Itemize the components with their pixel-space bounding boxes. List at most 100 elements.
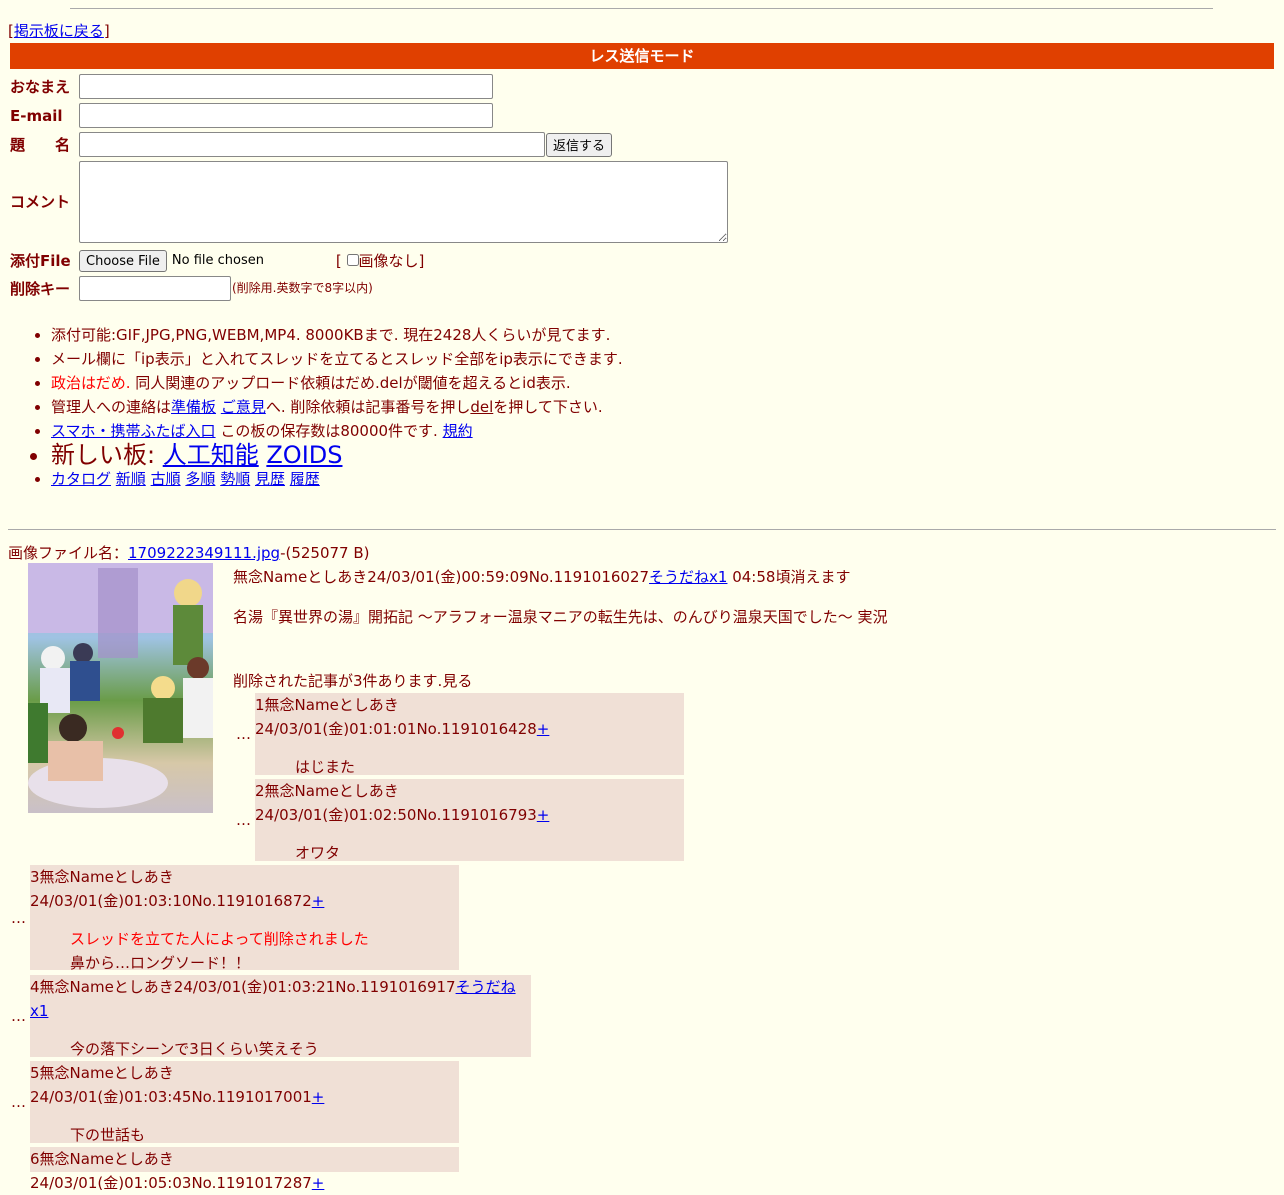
- sort-many-link[interactable]: 多順: [185, 470, 215, 488]
- prep-board-link[interactable]: 準備板: [171, 398, 216, 416]
- reply-4: 4無念Nameとしあき24/03/01(金)01:03:21No.1191016…: [30, 975, 531, 1058]
- back-link[interactable]: 掲示板に戻る: [14, 22, 104, 40]
- reply-3-header-text: 3無念Nameとしあき24/03/01(金)01:03:10No.1191016…: [30, 868, 312, 910]
- sort-momentum-link[interactable]: 勢順: [220, 470, 250, 488]
- comment-label: コメント: [10, 193, 71, 211]
- name-row: おなまえ: [10, 74, 493, 99]
- info-item-mobile: スマホ・携帯ふたば入口 この板の保存数は80000件です. 規約: [51, 419, 623, 443]
- reply-3-deleted-notice: スレッドを立てた人によって削除されました: [70, 930, 369, 948]
- back-nav: [掲示板に戻る]: [8, 22, 110, 40]
- post-history-link[interactable]: 履歴: [290, 470, 320, 488]
- reply-3-plus-link[interactable]: +: [312, 892, 325, 910]
- info-item-ip: メール欄に「ip表示」と入れてスレッドを立てるとスレッド全部をip表示にできます…: [51, 347, 623, 371]
- del-text: del: [470, 398, 494, 416]
- terms-link[interactable]: 規約: [443, 422, 473, 440]
- delkey-row: 削除キー (削除用.英数字で8字以内): [10, 276, 373, 301]
- subject-row: 題 名 返信する: [10, 132, 613, 157]
- contact-text-2: へ. 削除依頼は記事番号を押し: [265, 398, 471, 416]
- reply-6-header-text: 6無念Nameとしあき24/03/01(金)01:05:03No.1191017…: [30, 1150, 312, 1192]
- delkey-hint: (削除用.英数字で8字以内): [232, 280, 373, 295]
- mobile-link[interactable]: スマホ・携帯ふたば入口: [51, 422, 216, 440]
- email-row: E-mail: [10, 103, 493, 128]
- reply-5-header: 5無念Nameとしあき24/03/01(金)01:03:45No.1191017…: [30, 1061, 459, 1109]
- op-soudane-link[interactable]: そうだねx1: [649, 568, 727, 586]
- new-boards-text: 新しい板:: [51, 441, 163, 469]
- submit-button[interactable]: 返信する: [546, 132, 613, 157]
- reply-4-body: 今の落下シーンで3日くらい笑えそう: [70, 1040, 319, 1058]
- sort-old-link[interactable]: 古順: [151, 470, 181, 488]
- reply-2-plus-link[interactable]: +: [537, 806, 550, 824]
- reply-5-dots: …: [11, 1093, 26, 1111]
- reply-1-body: はじまた: [295, 758, 356, 776]
- no-image-checkbox[interactable]: [346, 254, 359, 266]
- reply-1-header-text: 1無念Nameとしあき24/03/01(金)01:01:01No.1191016…: [255, 696, 537, 738]
- reply-4-header-text: 4無念Nameとしあき24/03/01(金)01:03:21No.1191016…: [30, 978, 456, 996]
- sort-new-link[interactable]: 新順: [116, 470, 146, 488]
- delkey-input[interactable]: [79, 276, 231, 301]
- info-item-sort: カタログ 新順 古順 多順 勢順 見歴 履歴: [51, 467, 623, 491]
- no-image-option: [ 画像なし]: [335, 252, 425, 270]
- op-file-size: -(525077 B): [280, 544, 370, 562]
- reply-2-header: 2無念Nameとしあき24/03/01(金)01:02:50No.1191016…: [255, 779, 684, 827]
- file-name-label: 画像ファイル名：: [8, 544, 129, 562]
- thread-divider: [8, 529, 1276, 530]
- comment-row: コメント: [10, 161, 728, 243]
- reply-5-plus-link[interactable]: +: [312, 1088, 325, 1106]
- subject-input[interactable]: [79, 132, 545, 157]
- reply-2-dots: …: [236, 811, 251, 829]
- op-title: 名湯『異世界の湯』開拓記 〜アラフォー温泉マニアの転生先は、のんびり温泉天国でし…: [233, 608, 888, 626]
- reply-6: 6無念Nameとしあき24/03/01(金)01:05:03No.1191017…: [30, 1147, 459, 1192]
- info-item-contact: 管理人への連絡は準備板 ご意見へ. 削除依頼は記事番号を押しdelを押して下さい…: [51, 395, 623, 419]
- reply-6-header: 6無念Nameとしあき24/03/01(金)01:05:03No.1191017…: [30, 1147, 459, 1195]
- info-rules-text: 同人関連のアップロード依頼はだめ.delが閾値を超えるとid表示.: [130, 374, 571, 392]
- contact-text-3: を押して下さい.: [493, 398, 603, 416]
- reply-1-dots: …: [236, 725, 251, 743]
- reply-3-header: 3無念Nameとしあき24/03/01(金)01:03:10No.1191016…: [30, 865, 459, 913]
- view-history-link[interactable]: 見歴: [255, 470, 285, 488]
- op-header-text: 無念Nameとしあき24/03/01(金)00:59:09No.11910160…: [233, 568, 650, 586]
- reply-5-body: 下の世話も: [70, 1126, 146, 1144]
- name-label: おなまえ: [10, 77, 71, 96]
- op-file-link[interactable]: 1709222349111.jpg: [128, 544, 280, 562]
- reply-4-dots: …: [11, 1007, 26, 1025]
- reply-1-plus-link[interactable]: +: [537, 720, 550, 738]
- mode-bar: レス送信モード: [10, 43, 1274, 69]
- info-item-rules: 政治はだめ. 同人関連のアップロード依頼はだめ.delが閾値を超えるとid表示.: [51, 371, 623, 395]
- zoids-board-link[interactable]: ZOIDS: [266, 441, 342, 469]
- reply-5: 5無念Nameとしあき24/03/01(金)01:03:45No.1191017…: [30, 1061, 459, 1144]
- file-row: 添付File Choose File No file chosen [ 画像なし…: [10, 249, 424, 273]
- choose-file-button[interactable]: Choose File: [79, 250, 167, 272]
- email-label: E-mail: [10, 106, 63, 125]
- reply-2: 2無念Nameとしあき24/03/01(金)01:02:50No.1191016…: [255, 779, 684, 862]
- reply-5-header-text: 5無念Nameとしあき24/03/01(金)01:03:45No.1191017…: [30, 1064, 312, 1106]
- reply-3-body: 鼻から…ロングソード！！: [70, 954, 251, 972]
- file-label: 添付File: [10, 252, 71, 270]
- ai-board-link[interactable]: 人工知能: [163, 441, 259, 469]
- reply-2-header-text: 2無念Nameとしあき24/03/01(金)01:02:50No.1191016…: [255, 782, 537, 824]
- reply-6-plus-link[interactable]: +: [312, 1174, 325, 1192]
- name-input[interactable]: [79, 74, 493, 99]
- reply-3: 3無念Nameとしあき24/03/01(金)01:03:10No.1191016…: [30, 865, 459, 972]
- email-input[interactable]: [79, 103, 493, 128]
- info-item-new-boards: 新しい板: 人工知能 ZOIDS: [51, 443, 623, 467]
- comment-textarea[interactable]: [79, 161, 728, 243]
- op-header: 無念Nameとしあき24/03/01(金)00:59:09No.11910160…: [233, 565, 850, 589]
- catalog-link[interactable]: カタログ: [51, 470, 111, 488]
- reply-1-header: 1無念Nameとしあき24/03/01(金)01:01:01No.1191016…: [255, 693, 684, 741]
- reply-2-body: オワタ: [295, 844, 341, 862]
- info-item-upload: 添付可能:GIF,JPG,PNG,WEBM,MP4. 8000KBまで. 現在2…: [51, 323, 623, 347]
- no-image-label: 画像なし: [358, 252, 419, 270]
- info-list: 添付可能:GIF,JPG,PNG,WEBM,MP4. 8000KBまで. 現在2…: [10, 323, 623, 491]
- op-file-line: 画像ファイル名：1709222349111.jpg-(525077 B): [8, 541, 370, 565]
- deleted-posts-note[interactable]: 削除された記事が3件あります.見る: [233, 669, 472, 693]
- politics-warning: 政治はだめ.: [51, 374, 131, 392]
- reply-1: 1無念Nameとしあき24/03/01(金)01:01:01No.1191016…: [255, 693, 684, 776]
- delkey-label: 削除キー: [10, 279, 71, 298]
- op-thumbnail-image[interactable]: [28, 563, 213, 813]
- top-divider: [70, 8, 1213, 9]
- op-expire-text: 04:58頃消えます: [727, 568, 851, 586]
- subject-label: 題 名: [10, 135, 71, 154]
- opinion-link[interactable]: ご意見: [221, 398, 266, 416]
- op-thumbnail-art: [28, 563, 213, 808]
- storage-text: この板の保存数は80000件です.: [215, 422, 443, 440]
